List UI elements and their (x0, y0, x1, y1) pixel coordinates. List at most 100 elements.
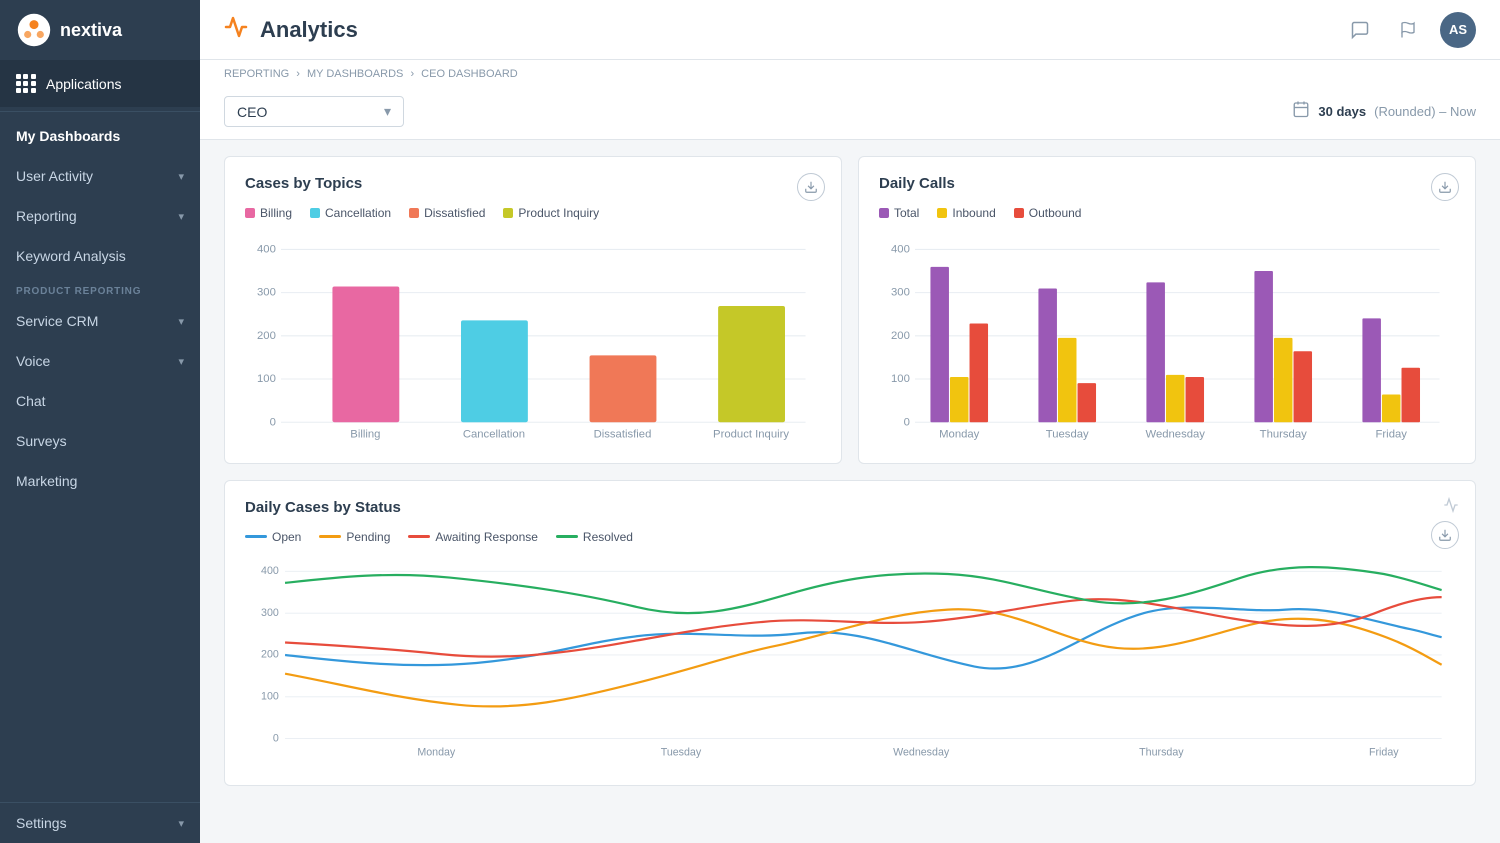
chevron-down-icon: ▾ (178, 817, 184, 830)
svg-text:200: 200 (261, 648, 279, 660)
legend-awaiting-response: Awaiting Response (408, 530, 538, 544)
sidebar-section-product-reporting: PRODUCT REPORTING (0, 276, 200, 301)
header-title: Analytics (260, 17, 358, 43)
legend-label-pending: Pending (346, 530, 390, 544)
legend-cancellation: Cancellation (310, 206, 391, 220)
breadcrumb: REPORTING › MY DASHBOARDS › CEO DASHBOAR… (224, 68, 1476, 80)
sidebar-item-my-dashboards[interactable]: My Dashboards (0, 116, 200, 156)
daily-cases-line-chart: 400 300 200 100 0 (245, 558, 1455, 763)
sidebar-item-service-crm[interactable]: Service CRM ▾ (0, 301, 200, 341)
legend-label-product-inquiry: Product Inquiry (518, 206, 599, 220)
daily-calls-title: Daily Calls (879, 175, 1455, 192)
dashboard-selector-value: CEO (237, 104, 376, 120)
legend-color-pending (319, 535, 341, 538)
chevron-down-icon: ▾ (178, 170, 184, 183)
sidebar-item-label: Chat (16, 393, 46, 409)
legend-total: Total (879, 206, 919, 220)
svg-text:Thursday: Thursday (1260, 429, 1307, 440)
legend-resolved: Resolved (556, 530, 633, 544)
calendar-icon[interactable] (1292, 100, 1310, 123)
sidebar-item-user-activity[interactable]: User Activity ▾ (0, 156, 200, 196)
svg-text:Monday: Monday (417, 746, 456, 758)
date-range-label: (Rounded) – Now (1374, 104, 1476, 119)
sidebar: nextiva Applications My Dashboards User … (0, 0, 200, 843)
trend-icon (1443, 497, 1459, 518)
legend-label-open: Open (272, 530, 301, 544)
svg-text:300: 300 (891, 287, 910, 299)
subheader-controls: CEO ▾ 30 days (Rounded) – Now (224, 88, 1476, 139)
main-area: Analytics AS REPORTING › MY DASHBOARDS (200, 0, 1500, 843)
header-left: Analytics (224, 15, 358, 45)
download-button[interactable] (1431, 173, 1459, 201)
svg-text:0: 0 (273, 732, 279, 744)
svg-text:Billing: Billing (350, 429, 380, 440)
legend-label-resolved: Resolved (583, 530, 633, 544)
sidebar-item-label: Surveys (16, 433, 67, 449)
dashboard-selector[interactable]: CEO ▾ (224, 96, 404, 127)
legend-label-billing: Billing (260, 206, 292, 220)
sidebar-item-label: Service CRM (16, 313, 98, 329)
sidebar-item-keyword-analysis[interactable]: Keyword Analysis (0, 236, 200, 276)
svg-text:100: 100 (261, 690, 279, 702)
sidebar-item-label: Keyword Analysis (16, 248, 126, 264)
message-icon-button[interactable] (1344, 14, 1376, 46)
svg-text:Tuesday: Tuesday (661, 746, 702, 758)
flag-icon-button[interactable] (1392, 14, 1424, 46)
nextiva-logo-icon (16, 12, 52, 48)
sidebar-logo: nextiva (0, 0, 200, 60)
sidebar-item-reporting[interactable]: Reporting ▾ (0, 196, 200, 236)
sidebar-apps-button[interactable]: Applications (0, 60, 200, 107)
date-range-days: 30 days (1318, 104, 1366, 119)
daily-calls-legend: Total Inbound Outbound (879, 206, 1455, 220)
daily-cases-legend: Open Pending Awaiting Response Reso (245, 530, 1455, 544)
legend-pending: Pending (319, 530, 390, 544)
svg-text:400: 400 (257, 244, 276, 256)
header-right: AS (1344, 12, 1476, 48)
svg-text:Friday: Friday (1369, 746, 1399, 758)
download-button[interactable] (1431, 521, 1459, 549)
sidebar-item-label: My Dashboards (16, 128, 120, 144)
svg-text:Cancellation: Cancellation (463, 429, 525, 440)
svg-text:0: 0 (270, 416, 276, 428)
sidebar-item-settings[interactable]: Settings ▾ (0, 803, 200, 843)
user-avatar[interactable]: AS (1440, 12, 1476, 48)
legend-label-cancellation: Cancellation (325, 206, 391, 220)
sidebar-item-label: User Activity (16, 168, 93, 184)
sidebar-item-label: Settings (16, 815, 67, 831)
cases-legend: Billing Cancellation Dissatisfied P (245, 206, 821, 220)
legend-dissatisfied: Dissatisfied (409, 206, 485, 220)
legend-open: Open (245, 530, 301, 544)
sidebar-item-marketing[interactable]: Marketing (0, 461, 200, 501)
charts-row-1: Cases by Topics Billing Cancellation (224, 156, 1476, 464)
breadcrumb-my-dashboards[interactable]: MY DASHBOARDS (307, 68, 403, 80)
sidebar-item-surveys[interactable]: Surveys (0, 421, 200, 461)
chevron-down-icon: ▾ (384, 103, 391, 120)
legend-label-awaiting: Awaiting Response (435, 530, 538, 544)
breadcrumb-reporting[interactable]: REPORTING (224, 68, 289, 80)
cases-by-topics-card: Cases by Topics Billing Cancellation (224, 156, 842, 464)
breadcrumb-ceo-dashboard[interactable]: CEO DASHBOARD (421, 68, 518, 80)
sidebar-item-voice[interactable]: Voice ▾ (0, 341, 200, 381)
svg-text:200: 200 (891, 330, 910, 342)
cases-bar-chart: 400 300 200 100 0 (245, 234, 821, 440)
svg-text:200: 200 (257, 330, 276, 342)
svg-text:Product Inquiry: Product Inquiry (713, 429, 789, 440)
download-button[interactable] (797, 173, 825, 201)
svg-text:Friday: Friday (1376, 429, 1408, 440)
svg-text:400: 400 (261, 565, 279, 577)
legend-billing: Billing (245, 206, 292, 220)
svg-text:Wednesday: Wednesday (1146, 429, 1206, 440)
chevron-down-icon: ▾ (178, 355, 184, 368)
sidebar-item-label: Marketing (16, 473, 77, 489)
content-area: REPORTING › MY DASHBOARDS › CEO DASHBOAR… (200, 60, 1500, 843)
svg-text:300: 300 (261, 607, 279, 619)
charts-area: Cases by Topics Billing Cancellation (200, 140, 1500, 802)
svg-text:100: 100 (891, 373, 910, 385)
legend-color-billing (245, 208, 255, 218)
sidebar-item-chat[interactable]: Chat (0, 381, 200, 421)
legend-color-inbound (937, 208, 947, 218)
svg-text:300: 300 (257, 287, 276, 299)
legend-color-cancellation (310, 208, 320, 218)
chevron-down-icon: ▾ (178, 315, 184, 328)
legend-label-dissatisfied: Dissatisfied (424, 206, 485, 220)
